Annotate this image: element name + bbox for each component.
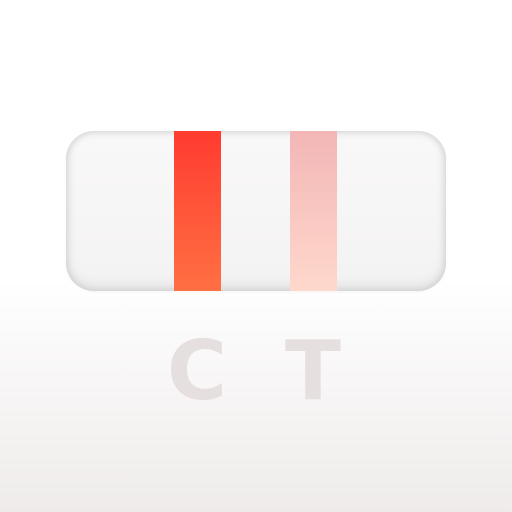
- control-line-band: [174, 131, 221, 291]
- test-strip-window: [66, 131, 446, 291]
- test-label: T: [285, 324, 341, 419]
- control-label: C: [166, 324, 228, 419]
- icon-canvas: { "test_strip": { "control_line": { "col…: [0, 0, 512, 512]
- test-line-band: [290, 131, 337, 291]
